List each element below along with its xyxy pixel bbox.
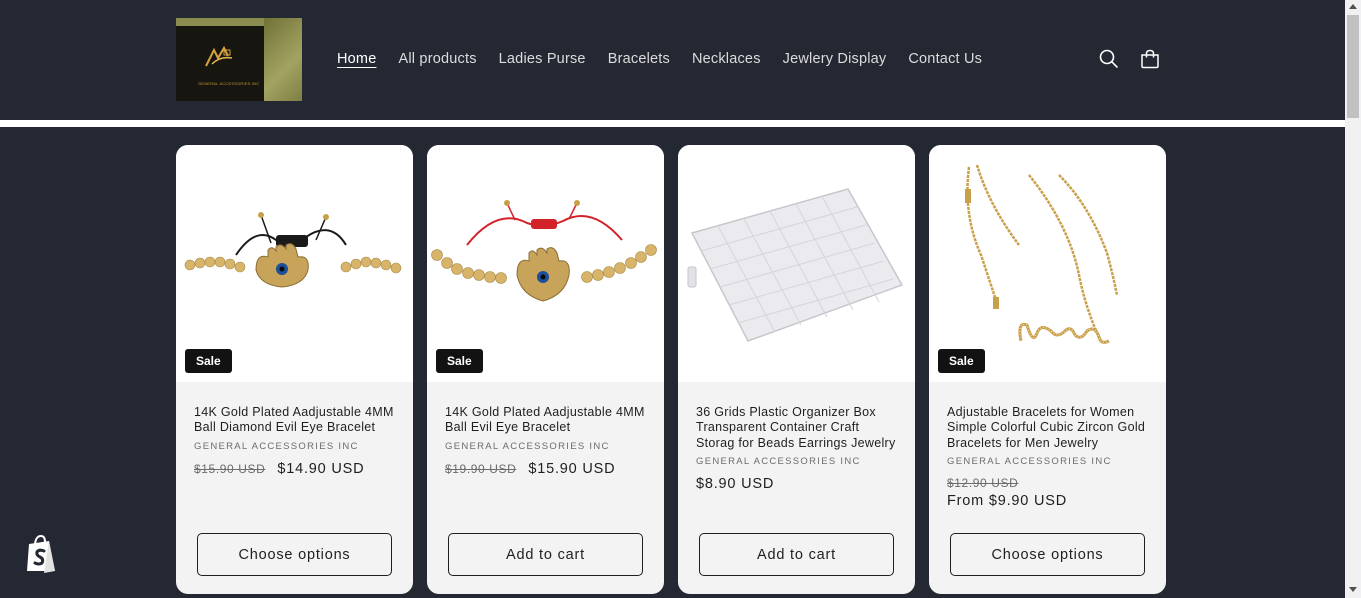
nav-contact-us[interactable]: Contact Us [908,51,982,67]
evil-eye-bracelet-image [184,212,402,288]
nav-ladies-purse[interactable]: Ladies Purse [499,51,586,67]
product-info: Adjustable Bracelets for Women Simple Co… [947,405,1152,509]
sale-price: From $9.90 USD [947,492,1067,509]
product-card[interactable]: Sale Adjustable Bracelets for Women Simp… [929,145,1166,594]
site-header: GENERAL ACCESSORIES INC Home All product… [0,0,1345,120]
product-image[interactable] [678,145,915,382]
add-to-cart-button[interactable]: Add to cart [448,533,643,576]
love-bracelet-image [965,164,1119,344]
logo-card: GENERAL ACCESSORIES INC [176,26,264,101]
product-card[interactable]: 36 Grids Plastic Organizer Box Transpare… [678,145,915,594]
product-vendor: GENERAL ACCESSORIES INC [194,440,359,452]
nav-bracelets[interactable]: Bracelets [608,51,670,67]
logo-mark-icon [205,45,233,67]
compare-price: $19.90 USD [445,461,517,476]
sale-price: $14.90 USD [277,460,365,477]
product-vendor: GENERAL ACCESSORIES INC [947,455,1112,467]
product-title[interactable]: 14K Gold Plated Aadjustable 4MM Ball Dia… [194,405,399,436]
product-price: $19.90 USD $15.90 USD [445,461,650,477]
product-info: 14K Gold Plated Aadjustable 4MM Ball Dia… [194,405,399,477]
product-vendor: GENERAL ACCESSORIES INC [696,455,861,467]
product-title[interactable]: 36 Grids Plastic Organizer Box Transpare… [696,405,901,451]
product-image[interactable]: Sale [176,145,413,382]
logo-background [264,18,302,101]
nav-jewlery-display[interactable]: Jewlery Display [783,51,887,67]
header-divider [0,120,1345,127]
compare-price: $15.90 USD [194,461,266,476]
add-to-cart-button[interactable]: Add to cart [699,533,894,576]
organizer-box-image [687,188,904,342]
product-info: 14K Gold Plated Aadjustable 4MM Ball Evi… [445,405,650,477]
cart-icon[interactable] [1139,48,1161,70]
logo-tagline: GENERAL ACCESSORIES INC [198,81,260,86]
sale-price: $15.90 USD [528,460,616,477]
product-image[interactable]: Sale [929,145,1166,382]
choose-options-button[interactable]: Choose options [197,533,392,576]
sale-badge: Sale [938,349,985,373]
product-image[interactable]: Sale [427,145,664,382]
main-nav: Home All products Ladies Purse Bracelets… [326,48,993,70]
product-card[interactable]: Sale 14K Gold Plated Aadjustable 4MM Bal… [427,145,664,594]
store-logo[interactable]: GENERAL ACCESSORIES INC [176,18,302,101]
product-info: 36 Grids Plastic Organizer Box Transpare… [696,405,901,492]
scroll-thumb[interactable] [1347,15,1359,118]
product-card[interactable]: Sale 14K Gold Plated Aadjustable 4MM Bal… [176,145,413,594]
sale-badge: Sale [436,349,483,373]
product-grid: Sale 14K Gold Plated Aadjustable 4MM Bal… [176,145,1166,594]
nav-necklaces[interactable]: Necklaces [692,51,761,67]
shopify-bag-icon[interactable] [24,534,58,574]
product-price: $8.90 USD [696,475,775,492]
scroll-down-arrow-icon[interactable] [1349,587,1357,592]
sale-badge: Sale [185,349,232,373]
scroll-up-arrow-icon[interactable] [1349,4,1357,9]
nav-all-products[interactable]: All products [398,51,476,67]
nav-home[interactable]: Home [337,51,376,67]
red-evil-eye-bracelet-image [431,200,657,302]
search-icon[interactable] [1098,48,1120,70]
product-price: $15.90 USD $14.90 USD [194,461,399,477]
page-scrollbar[interactable] [1345,0,1361,598]
product-title[interactable]: 14K Gold Plated Aadjustable 4MM Ball Evi… [445,405,650,436]
product-title[interactable]: Adjustable Bracelets for Women Simple Co… [947,405,1152,451]
choose-options-button[interactable]: Choose options [950,533,1145,576]
compare-price: $12.90 USD [947,475,1019,490]
product-vendor: GENERAL ACCESSORIES INC [445,440,610,452]
product-price: $12.90 USD From $9.90 USD [947,476,1152,509]
